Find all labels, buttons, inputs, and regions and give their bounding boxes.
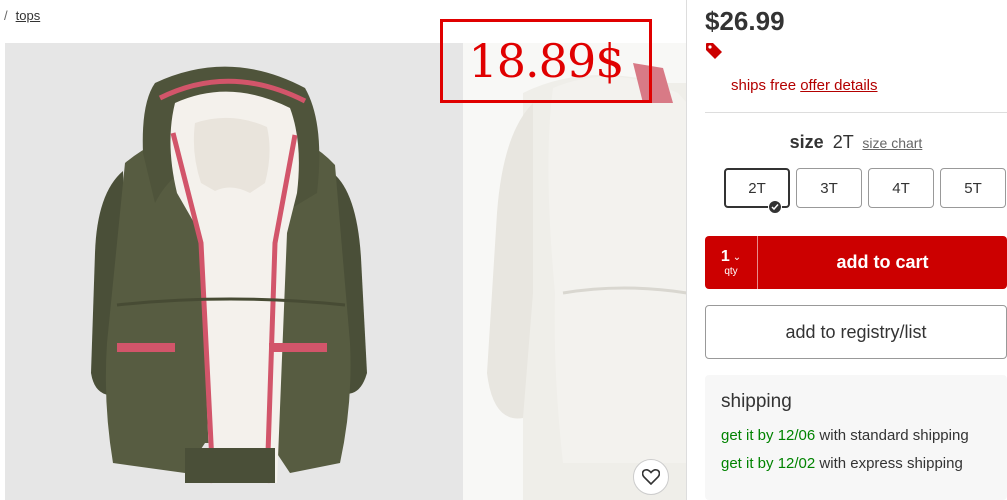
size-option-4T[interactable]: 4T [868,168,934,208]
tag-icon [705,42,723,65]
express-shipping-date: get it by 12/02 [721,455,816,472]
size-chart-link[interactable]: size chart [862,135,922,151]
size-options: 2T 3T 4T 5T [724,168,1006,214]
size-selector-header: size 2T size chart [705,132,1007,153]
price-annotation-box: 18.89$ [440,19,652,103]
shipping-title: shipping [721,391,792,412]
favorite-button[interactable] [633,459,669,495]
standard-shipping-line: get it by 12/06 with standard shipping [721,427,969,444]
price-annotation-text: 18.89$ [468,34,625,88]
chevron-down-icon: ⌄ [732,251,742,263]
quantity-label: qty [724,266,738,277]
ships-free-text: ships free [731,77,797,94]
shipping-info-card: shipping get it by 12/06 with standard s… [705,375,1007,500]
size-option-3T[interactable]: 3T [796,168,862,208]
jacket-illustration [91,66,367,484]
add-to-cart-bar: 1 ⌄ qty add to cart [705,236,1007,289]
size-option-2T[interactable]: 2T [724,168,790,214]
size-option-label: 4T [892,179,910,197]
size-option-label: 5T [964,179,982,197]
jacket-back-illustration [487,63,687,500]
express-shipping-line: get it by 12/02 with express shipping [721,455,963,472]
express-shipping-method: with express shipping [819,455,963,472]
breadcrumb: / tops [4,8,40,23]
size-option-label: 2T [748,179,766,197]
add-to-cart-button[interactable]: add to cart [758,252,1007,273]
heart-icon [642,469,660,485]
panel-divider [686,0,687,500]
standard-shipping-method: with standard shipping [819,427,969,444]
product-gallery [5,43,687,500]
shipping-promo: ships free offer details [731,77,878,94]
offer-details-link[interactable]: offer details [800,77,877,94]
breadcrumb-separator: / [4,8,8,23]
checkmark-icon [768,200,782,214]
quantity-value: 1 [720,248,730,265]
divider [705,112,1007,113]
product-image-main[interactable] [5,43,463,500]
quantity-dropdown[interactable]: 1 ⌄ qty [705,236,758,289]
standard-shipping-date: get it by 12/06 [721,427,816,444]
product-image-secondary[interactable] [463,43,687,500]
selected-size-value: 2T [832,132,854,152]
product-price: $26.99 [705,6,785,36]
breadcrumb-link-tops[interactable]: tops [16,8,41,23]
add-to-registry-button[interactable]: add to registry/list [705,305,1007,359]
size-label: size [789,132,824,152]
size-option-label: 3T [820,179,838,197]
size-option-5T[interactable]: 5T [940,168,1006,208]
